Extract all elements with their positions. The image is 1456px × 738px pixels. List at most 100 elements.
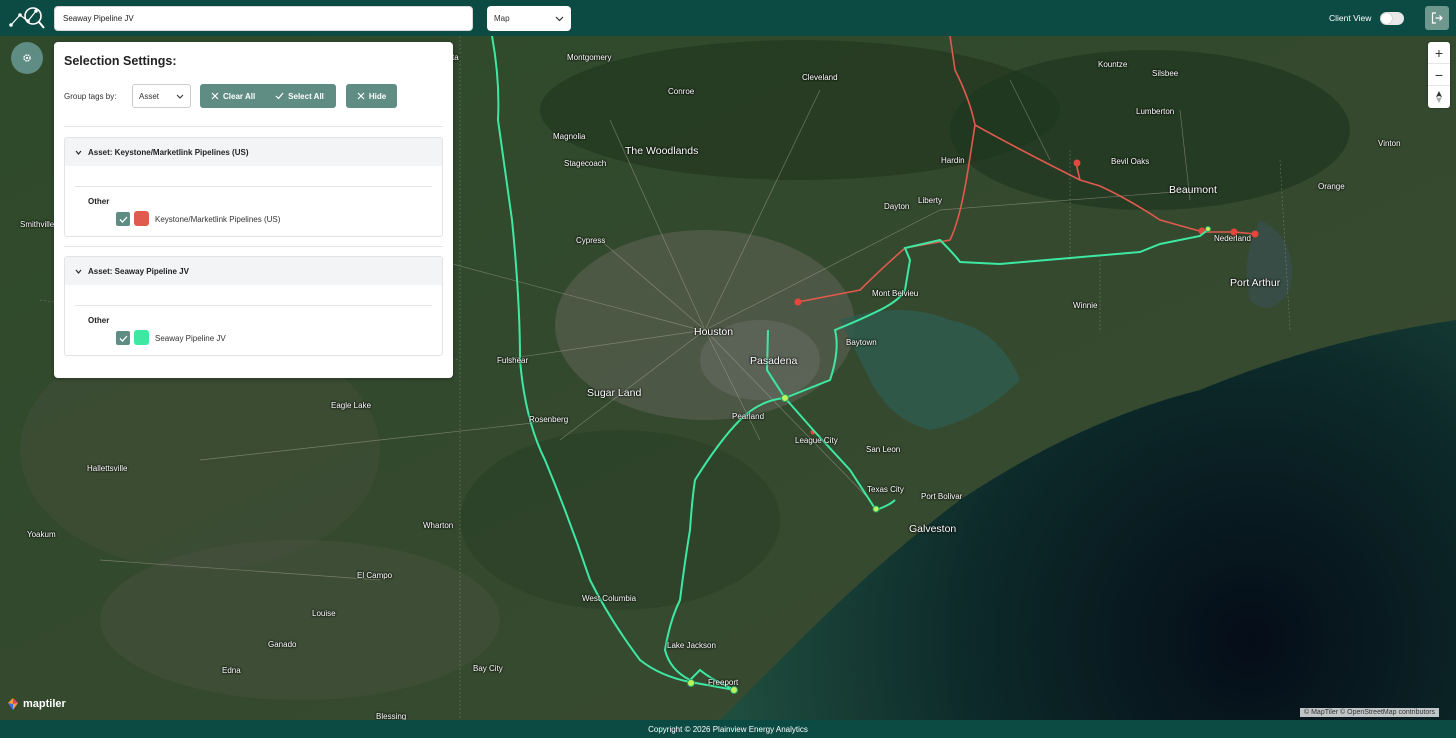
city-label: Hardin bbox=[941, 156, 965, 165]
clear-all-button[interactable]: Clear All bbox=[211, 92, 255, 101]
city-label: Texas City bbox=[867, 485, 904, 494]
chevron-down-icon bbox=[176, 94, 184, 99]
gear-icon bbox=[23, 54, 31, 62]
tag-checkbox[interactable] bbox=[116, 212, 130, 226]
hide-button[interactable]: Hide bbox=[346, 84, 397, 108]
logout-button[interactable] bbox=[1425, 6, 1449, 30]
city-label: Conroe bbox=[668, 87, 695, 96]
view-select-value: Map bbox=[494, 14, 510, 23]
settings-toggle-button[interactable] bbox=[11, 42, 43, 74]
city-label: Eagle Lake bbox=[331, 401, 372, 410]
city-label: Fulshear bbox=[497, 356, 529, 365]
city-label: Magnolia bbox=[553, 132, 586, 141]
zoom-out-button[interactable]: − bbox=[1428, 64, 1450, 86]
compass-icon bbox=[1436, 91, 1442, 103]
maptiler-brand: maptiler bbox=[23, 698, 66, 710]
tag-label: Seaway Pipeline JV bbox=[155, 334, 226, 343]
city-label: Yoakum bbox=[27, 530, 56, 539]
chevron-down-icon bbox=[75, 269, 82, 274]
city-label: Beaumont bbox=[1169, 184, 1217, 196]
city-label: Wharton bbox=[423, 521, 454, 530]
app-root: ta Montgomery Cleveland Kountze Silsbee … bbox=[0, 0, 1456, 738]
panel-title: Selection Settings: bbox=[64, 54, 177, 68]
compass-button[interactable] bbox=[1428, 86, 1450, 108]
city-label: El Campo bbox=[357, 571, 393, 580]
city-label: ta bbox=[452, 53, 459, 62]
zoom-controls: + − bbox=[1428, 42, 1450, 108]
city-label: Cypress bbox=[576, 236, 606, 245]
city-label: Ganado bbox=[268, 640, 297, 649]
logout-icon bbox=[1431, 12, 1443, 24]
toggle-knob bbox=[1381, 13, 1392, 24]
divider bbox=[64, 246, 443, 247]
city-label: Edna bbox=[222, 666, 241, 675]
city-label: Lake Jackson bbox=[667, 641, 716, 650]
tag-label: Keystone/Marketlink Pipelines (US) bbox=[155, 215, 281, 224]
city-label: League City bbox=[795, 436, 838, 445]
clear-select-group: Clear All Select All bbox=[200, 84, 336, 108]
close-icon bbox=[211, 92, 219, 100]
city-label: Galveston bbox=[909, 523, 957, 535]
select-all-button[interactable]: Select All bbox=[275, 92, 324, 101]
group-tags-value: Asset bbox=[139, 91, 160, 101]
footer: Copyright © 2026 Plainview Energy Analyt… bbox=[0, 720, 1456, 738]
zoom-in-button[interactable]: + bbox=[1428, 42, 1450, 64]
client-view-label: Client View bbox=[1329, 13, 1372, 23]
city-label: Bevil Oaks bbox=[1111, 157, 1150, 166]
close-icon bbox=[357, 92, 365, 100]
city-label: Houston bbox=[694, 326, 734, 338]
city-label: Rosenberg bbox=[529, 415, 569, 424]
city-label: Nederland bbox=[1214, 234, 1251, 243]
city-label: Kountze bbox=[1098, 60, 1128, 69]
group-tags-label: Group tags by: bbox=[64, 92, 117, 101]
asset-group-header[interactable]: Asset: Keystone/Marketlink Pipelines (US… bbox=[65, 138, 442, 166]
city-label: Vinton bbox=[1378, 139, 1401, 148]
city-label: Cleveland bbox=[802, 73, 838, 82]
city-label: San Leon bbox=[866, 445, 901, 454]
city-label: Smithville bbox=[20, 220, 55, 229]
category-label: Other bbox=[88, 197, 110, 206]
selection-settings-panel: Selection Settings: Group tags by: Asset… bbox=[54, 42, 453, 378]
check-icon bbox=[119, 335, 127, 342]
divider bbox=[75, 305, 432, 306]
divider bbox=[75, 186, 432, 187]
app-logo-icon bbox=[9, 7, 45, 29]
city-label: Port Arthur bbox=[1230, 277, 1281, 289]
check-icon bbox=[275, 92, 284, 100]
city-label: Pasadena bbox=[750, 355, 798, 367]
asset-group-title: Asset: Seaway Pipeline JV bbox=[88, 266, 189, 276]
city-label: Hallettsville bbox=[87, 464, 128, 473]
city-label: Mont Belvieu bbox=[872, 289, 919, 298]
color-swatch[interactable] bbox=[134, 330, 149, 345]
city-label: Port Bolivar bbox=[921, 492, 963, 501]
check-icon bbox=[119, 216, 127, 223]
maptiler-logo[interactable]: maptiler bbox=[6, 697, 66, 711]
city-label: Montgomery bbox=[567, 53, 612, 62]
chevron-down-icon bbox=[75, 150, 82, 155]
city-label: Baytown bbox=[846, 338, 877, 347]
city-label: Liberty bbox=[918, 196, 943, 205]
map-attribution[interactable]: © MapTiler © OpenStreetMap contributors bbox=[1300, 708, 1440, 717]
divider bbox=[64, 126, 443, 127]
asset-group-seaway: Asset: Seaway Pipeline JV Other Seaway P… bbox=[64, 256, 443, 356]
city-label: The Woodlands bbox=[625, 145, 699, 157]
search-input[interactable] bbox=[54, 6, 473, 31]
color-swatch[interactable] bbox=[134, 211, 149, 226]
tag-checkbox[interactable] bbox=[116, 331, 130, 345]
asset-group-header[interactable]: Asset: Seaway Pipeline JV bbox=[65, 257, 442, 285]
city-label: Pearland bbox=[732, 412, 765, 421]
category-label: Other bbox=[88, 316, 110, 325]
city-label: West Columbia bbox=[582, 594, 637, 603]
clear-all-label: Clear All bbox=[223, 91, 256, 101]
client-view-toggle[interactable] bbox=[1380, 12, 1404, 25]
city-label: Bay City bbox=[473, 664, 503, 673]
hide-label: Hide bbox=[368, 91, 387, 101]
view-select[interactable]: Map bbox=[487, 6, 571, 31]
city-label: Sugar Land bbox=[587, 387, 642, 399]
city-label: Freeport bbox=[708, 678, 739, 687]
group-tags-select[interactable]: Asset bbox=[132, 84, 191, 108]
city-label: Orange bbox=[1318, 182, 1345, 191]
chevron-down-icon bbox=[555, 16, 564, 21]
city-label: Lumberton bbox=[1136, 107, 1175, 116]
city-label: Stagecoach bbox=[564, 159, 607, 168]
